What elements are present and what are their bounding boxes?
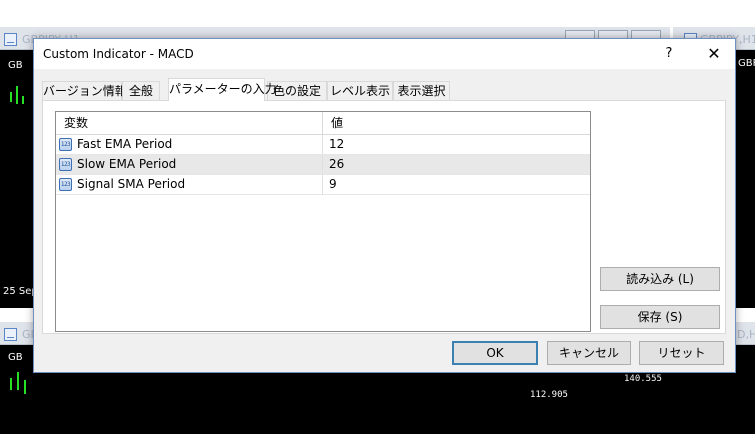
chart-candle [22,96,24,104]
chart-window-icon [4,328,17,341]
dialog-titlebar[interactable]: Custom Indicator - MACD ? ✕ [34,39,735,69]
table-row-selected[interactable]: 123 Slow EMA Period 26 [56,155,590,175]
chart-candle [10,378,12,390]
parameter-name: Slow EMA Period [77,157,177,171]
cell-divider [322,135,323,154]
chart-candle [10,92,12,102]
chart-candle [16,86,18,104]
integer-variable-icon: 123 [59,158,72,171]
parameter-value[interactable]: 12 [329,135,344,154]
save-button[interactable]: 保存 (S) [600,305,720,329]
integer-variable-icon: 123 [59,138,72,151]
tab-general[interactable]: 全般 [122,81,160,100]
background-window-title-lower-right: D,H [737,328,755,341]
load-button[interactable]: 読み込み (L) [600,267,720,291]
chart-area-right[interactable] [736,50,755,308]
chart-symbol-label-lower: GB [8,352,23,363]
tab-levels[interactable]: レベル表示 [327,81,393,100]
chart-price-label: 112.905 [530,390,568,400]
parameter-name: Signal SMA Period [77,177,186,191]
help-button[interactable]: ? [654,39,684,69]
reset-button[interactable]: リセット [639,341,724,365]
parameter-name: Fast EMA Period [77,137,173,151]
integer-variable-icon: 123 [59,178,72,191]
table-row[interactable]: 123 Signal SMA Period 9 [56,175,590,195]
parameter-value[interactable]: 9 [329,175,337,194]
column-header-value[interactable]: 値 [323,112,590,134]
chart-symbol-label-right: GBPJPY,H1 [738,58,755,69]
parameters-grid[interactable]: 変数 値 123 Fast EMA Period 12 123 Slow EMA… [55,111,591,332]
dialog-title: Custom Indicator - MACD [43,47,194,61]
tab-version-info[interactable]: バージョン情報 [42,81,127,100]
chart-price-label-right: 140.555 [624,374,662,384]
chart-candle [17,372,19,390]
custom-indicator-dialog: Custom Indicator - MACD ? ✕ バージョン情報 全般 パ… [33,38,736,373]
tab-input-parameters[interactable]: パラメーターの入力 [168,78,277,101]
table-row[interactable]: 123 Fast EMA Period 12 [56,135,590,155]
chart-window-icon [4,33,17,46]
ok-button[interactable]: OK [452,341,538,365]
chart-symbol-label: GB [8,60,23,71]
parameter-value[interactable]: 26 [329,155,344,174]
cell-divider [322,175,323,194]
cancel-button[interactable]: キャンセル [547,341,631,365]
grid-header: 変数 値 [56,112,590,135]
column-header-variable[interactable]: 変数 [56,112,322,134]
chart-candle [24,380,26,394]
close-icon[interactable]: ✕ [694,39,734,69]
parameters-panel: 変数 値 123 Fast EMA Period 12 123 Slow EMA… [42,100,726,334]
cell-divider [322,155,323,174]
tab-visualization[interactable]: 表示選択 [393,81,450,100]
